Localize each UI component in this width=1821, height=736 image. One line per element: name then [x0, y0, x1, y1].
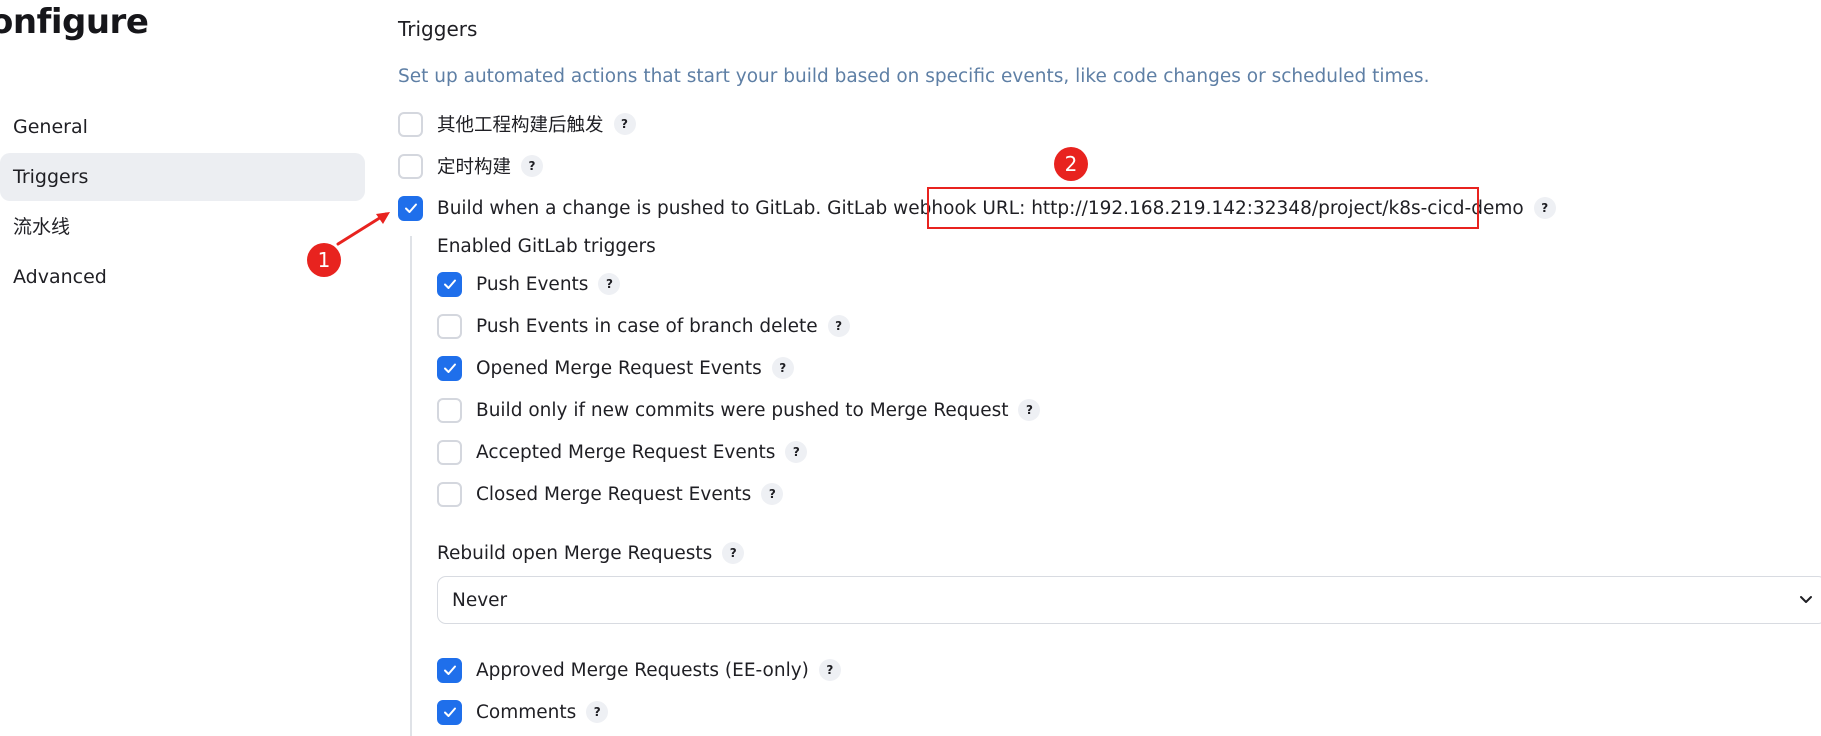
checkbox[interactable] — [437, 439, 462, 465]
option-label: 定时构建 — [437, 157, 512, 178]
annotation-highlight-box — [927, 187, 1479, 229]
check-icon — [443, 363, 456, 373]
checkbox-checked[interactable] — [437, 657, 462, 683]
sidebar-item-pipeline[interactable]: 流水线 — [0, 203, 365, 251]
help-icon[interactable]: ? — [586, 701, 609, 723]
help-icon[interactable]: ? — [722, 542, 745, 564]
gitlab-option-new-commits-only: Build only if new commits were pushed to… — [437, 395, 1041, 425]
checkbox[interactable] — [398, 153, 423, 179]
option-label: Approved Merge Requests (EE-only) — [476, 659, 809, 681]
option-label: 其他工程构建后触发 — [437, 115, 604, 136]
section-title: Triggers — [398, 17, 478, 41]
checkbox[interactable] — [437, 397, 462, 423]
gitlab-option-push-branch-delete: Push Events in case of branch delete ? — [437, 311, 850, 341]
select-value: Never — [452, 589, 508, 611]
chevron-down-icon — [1800, 596, 1812, 603]
gitlab-option-comments: Comments ? — [437, 697, 609, 727]
checkbox-checked[interactable] — [398, 195, 423, 221]
trigger-option-scheduled-build: 定时构建 ? — [398, 151, 544, 181]
help-icon[interactable]: ? — [521, 155, 544, 177]
checkbox[interactable] — [398, 111, 423, 137]
help-icon[interactable]: ? — [1533, 197, 1556, 219]
gitlab-triggers-heading: Enabled GitLab triggers — [437, 236, 656, 257]
checkbox-checked[interactable] — [437, 355, 462, 381]
help-icon[interactable]: ? — [1018, 399, 1041, 421]
check-icon — [443, 665, 456, 675]
main-content: Triggers Set up automated actions that s… — [398, 0, 1821, 736]
option-label: Accepted Merge Request Events — [476, 441, 776, 463]
gitlab-option-closed-mr: Closed Merge Request Events ? — [437, 479, 784, 509]
sidebar-item-general[interactable]: General — [0, 103, 365, 151]
option-label: Closed Merge Request Events — [476, 483, 752, 505]
help-icon[interactable]: ? — [613, 113, 636, 135]
checkbox-checked[interactable] — [437, 699, 462, 725]
gitlab-option-opened-mr: Opened Merge Request Events ? — [437, 353, 794, 383]
nested-options-guide — [410, 236, 412, 736]
option-label: Push Events in case of branch delete — [476, 315, 818, 337]
option-label: Opened Merge Request Events — [476, 357, 762, 379]
help-icon[interactable]: ? — [598, 273, 621, 295]
gitlab-option-approved-mr: Approved Merge Requests (EE-only) ? — [437, 655, 841, 685]
sidebar-item-triggers[interactable]: Triggers — [0, 153, 365, 201]
sidebar: General Triggers 流水线 Advanced — [0, 103, 365, 303]
rebuild-mr-select[interactable]: Never — [437, 576, 1821, 624]
gitlab-option-push-events: Push Events ? — [437, 269, 621, 299]
annotation-marker-2: 2 — [1054, 147, 1088, 181]
check-icon — [443, 279, 456, 289]
help-icon[interactable]: ? — [761, 483, 784, 505]
help-icon[interactable]: ? — [785, 441, 808, 463]
annotation-arrow-icon — [336, 212, 390, 246]
section-description: Set up automated actions that start your… — [398, 66, 1430, 87]
rebuild-label: Rebuild open Merge Requests — [437, 542, 713, 564]
trigger-option-after-other-build: 其他工程构建后触发 ? — [398, 109, 636, 139]
checkbox[interactable] — [437, 313, 462, 339]
checkbox-checked[interactable] — [437, 271, 462, 297]
option-label: Push Events — [476, 273, 589, 295]
option-label: Build only if new commits were pushed to… — [476, 399, 1009, 421]
page-title: onfigure — [0, 2, 149, 42]
help-icon[interactable]: ? — [818, 659, 841, 681]
gitlab-option-accepted-mr: Accepted Merge Request Events ? — [437, 437, 808, 467]
help-icon[interactable]: ? — [771, 357, 794, 379]
rebuild-open-mr-label-row: Rebuild open Merge Requests ? — [437, 538, 745, 568]
check-icon — [443, 707, 456, 717]
help-icon[interactable]: ? — [827, 315, 850, 337]
checkbox[interactable] — [437, 481, 462, 507]
check-icon — [404, 203, 417, 213]
option-label: Comments — [476, 701, 577, 723]
